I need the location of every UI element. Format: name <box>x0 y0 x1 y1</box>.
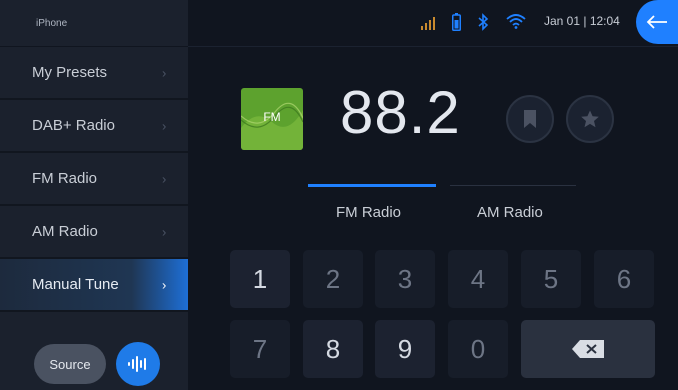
key-2[interactable]: 2 <box>303 250 363 308</box>
key-1[interactable]: 1 <box>230 250 290 308</box>
sidebar-item-fm-radio[interactable]: FM Radio › <box>0 153 188 206</box>
voice-button[interactable] <box>116 342 160 386</box>
key-4[interactable]: 4 <box>448 250 508 308</box>
logo-label: FM <box>263 110 281 124</box>
back-arrow-icon <box>646 15 667 29</box>
sidebar-item-label: My Presets <box>32 64 108 81</box>
sidebar-item-manual-tune[interactable]: Manual Tune › <box>0 259 188 312</box>
bluetooth-icon <box>478 13 489 31</box>
chevron-right-icon: › <box>162 65 167 80</box>
sidebar-item-label: DAB+ Radio <box>32 117 115 134</box>
bookmark-icon <box>524 110 536 128</box>
source-button[interactable]: Source <box>34 344 106 384</box>
backspace-button[interactable] <box>521 320 655 378</box>
chevron-right-icon: › <box>162 118 167 133</box>
tab-am-indicator <box>450 185 576 186</box>
key-6[interactable]: 6 <box>594 250 654 308</box>
key-0[interactable]: 0 <box>448 320 508 378</box>
star-icon <box>581 110 599 128</box>
station-logo: FM <box>241 88 303 150</box>
signal-icon <box>421 17 435 30</box>
key-5[interactable]: 5 <box>521 250 581 308</box>
tab-fm-radio[interactable]: FM Radio <box>336 204 401 221</box>
audio-wave-icon <box>128 356 146 372</box>
tab-am-radio[interactable]: AM Radio <box>477 204 543 221</box>
frequency-display: 88.2 <box>340 79 461 146</box>
back-button[interactable] <box>636 0 678 44</box>
backspace-icon <box>572 340 604 358</box>
sidebar-item-my-presets[interactable]: My Presets › <box>0 47 188 100</box>
tab-fm-indicator <box>308 184 436 187</box>
bookmark-button[interactable] <box>506 95 554 143</box>
favorite-button[interactable] <box>566 95 614 143</box>
sidebar-item-label: AM Radio <box>32 223 98 240</box>
key-8[interactable]: 8 <box>303 320 363 378</box>
sidebar-item-label: FM Radio <box>32 170 98 187</box>
status-bar: Jan 01 | 12:04 <box>188 0 678 47</box>
phone-name: iPhone <box>0 0 188 47</box>
sidebar-item-label: Manual Tune <box>32 276 119 293</box>
key-3[interactable]: 3 <box>375 250 435 308</box>
sidebar: iPhone My Presets › DAB+ Radio › FM Radi… <box>0 0 188 390</box>
battery-icon <box>452 13 461 31</box>
chevron-right-icon: › <box>162 277 167 292</box>
wifi-icon <box>506 14 526 29</box>
key-7[interactable]: 7 <box>230 320 290 378</box>
sidebar-item-am-radio[interactable]: AM Radio › <box>0 206 188 259</box>
sidebar-item-dab-radio[interactable]: DAB+ Radio › <box>0 100 188 153</box>
clock: Jan 01 | 12:04 <box>544 14 620 28</box>
chevron-right-icon: › <box>162 224 167 239</box>
sidebar-footer: Source <box>0 330 188 390</box>
key-9[interactable]: 9 <box>375 320 435 378</box>
chevron-right-icon: › <box>162 171 167 186</box>
